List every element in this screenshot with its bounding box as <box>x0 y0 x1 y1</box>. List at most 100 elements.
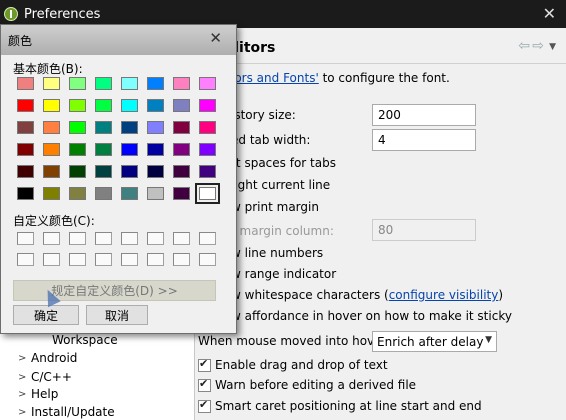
range-indicator-label[interactable]: w range indicator <box>231 267 336 281</box>
history-size-input[interactable]: 200 <box>372 104 476 126</box>
basic-color-swatch[interactable] <box>147 77 164 90</box>
chevron-right-icon[interactable]: > <box>18 407 31 418</box>
basic-color-swatch[interactable] <box>17 143 34 156</box>
basic-color-swatch[interactable] <box>69 165 86 178</box>
view-menu-icon[interactable]: ▼ <box>549 42 556 52</box>
custom-color-swatch[interactable] <box>43 253 60 266</box>
basic-color-swatch[interactable] <box>173 187 190 200</box>
close-icon[interactable]: ✕ <box>209 29 222 47</box>
custom-color-swatch[interactable] <box>199 232 216 245</box>
basic-color-swatch[interactable] <box>121 99 138 112</box>
insert-spaces-label[interactable]: rt spaces for tabs <box>231 156 336 170</box>
margin-column-label: t margin column: <box>231 224 334 238</box>
custom-color-swatch[interactable] <box>17 232 34 245</box>
basic-color-swatch[interactable] <box>121 143 138 156</box>
basic-color-swatch[interactable] <box>147 121 164 134</box>
basic-color-swatch[interactable] <box>121 77 138 90</box>
custom-color-swatch[interactable] <box>43 232 60 245</box>
drag-drop-label: Enable drag and drop of text <box>215 358 388 372</box>
basic-color-swatch[interactable] <box>173 99 190 112</box>
whitespace-text[interactable]: w whitespace characters ( <box>231 288 389 302</box>
drag-drop-row[interactable]: Enable drag and drop of text <box>198 355 388 375</box>
custom-color-swatch[interactable] <box>17 253 34 266</box>
basic-color-swatch[interactable] <box>17 165 34 178</box>
cancel-button[interactable]: 取消 <box>86 305 148 325</box>
custom-color-swatch[interactable] <box>69 232 86 245</box>
basic-color-swatch[interactable] <box>147 187 164 200</box>
custom-color-swatch[interactable] <box>95 253 112 266</box>
forward-arrow-icon[interactable]: ⇨ <box>532 38 544 54</box>
basic-color-swatch[interactable] <box>173 121 190 134</box>
basic-color-swatch[interactable] <box>199 165 216 178</box>
custom-color-swatch[interactable] <box>199 253 216 266</box>
basic-color-swatch[interactable] <box>147 99 164 112</box>
custom-color-swatch[interactable] <box>95 232 112 245</box>
basic-color-swatch[interactable] <box>173 77 190 90</box>
basic-color-swatch[interactable] <box>69 99 86 112</box>
colors-fonts-link[interactable]: lors and Fonts' <box>231 71 319 85</box>
basic-color-swatch[interactable] <box>199 99 216 112</box>
drag-drop-checkbox[interactable] <box>198 357 211 372</box>
hover-affordance-label[interactable]: w affordance in hover on how to make it … <box>231 309 512 323</box>
line-numbers-label[interactable]: w line numbers <box>231 246 323 260</box>
chevron-right-icon[interactable]: > <box>18 353 31 364</box>
basic-color-swatch[interactable] <box>43 121 60 134</box>
basic-color-swatch[interactable] <box>95 121 112 134</box>
custom-color-swatch[interactable] <box>69 253 86 266</box>
basic-color-swatch[interactable] <box>199 121 216 134</box>
basic-color-swatch[interactable] <box>121 187 138 200</box>
custom-color-swatch[interactable] <box>121 232 138 245</box>
highlight-line-label[interactable]: light current line <box>231 178 330 192</box>
basic-color-swatch[interactable] <box>69 143 86 156</box>
tree-item-android[interactable]: > Android <box>18 348 77 368</box>
basic-color-swatch[interactable] <box>199 77 216 90</box>
basic-color-swatch[interactable] <box>69 77 86 90</box>
custom-color-swatch[interactable] <box>147 253 164 266</box>
basic-color-swatch[interactable] <box>69 121 86 134</box>
hover-mode-select[interactable]: Enrich after delay ▼ <box>372 331 497 352</box>
basic-color-swatch[interactable] <box>95 99 112 112</box>
custom-color-swatch[interactable] <box>173 253 190 266</box>
custom-color-swatch[interactable] <box>173 232 190 245</box>
basic-color-swatch[interactable] <box>95 77 112 90</box>
basic-color-swatch[interactable] <box>17 99 34 112</box>
page-header: ditors ⇦ ⇨ ▼ <box>203 36 558 62</box>
basic-color-swatch[interactable] <box>173 165 190 178</box>
ok-button[interactable]: 确定 <box>13 305 79 325</box>
basic-color-swatch[interactable] <box>17 187 34 200</box>
basic-color-swatch[interactable] <box>95 165 112 178</box>
custom-color-swatch[interactable] <box>121 253 138 266</box>
basic-color-swatch[interactable] <box>147 165 164 178</box>
chevron-right-icon[interactable]: > <box>18 372 31 383</box>
basic-color-swatch[interactable] <box>43 99 60 112</box>
basic-color-swatch[interactable] <box>95 187 112 200</box>
print-margin-label[interactable]: w print margin <box>231 200 319 214</box>
configure-visibility-link[interactable]: configure visibility <box>389 288 499 302</box>
tree-item-install-update[interactable]: > Install/Update <box>18 402 115 420</box>
basic-color-swatch[interactable] <box>43 187 60 200</box>
basic-color-swatch[interactable] <box>173 143 190 156</box>
basic-color-swatch[interactable] <box>43 165 60 178</box>
basic-color-swatch[interactable] <box>95 143 112 156</box>
basic-color-swatch[interactable] <box>43 77 60 90</box>
basic-color-swatch[interactable] <box>199 143 216 156</box>
smart-caret-row[interactable]: Smart caret positioning at line start an… <box>198 396 482 416</box>
basic-color-swatch[interactable] <box>121 165 138 178</box>
smart-caret-label: Smart caret positioning at line start an… <box>215 399 482 413</box>
custom-color-swatch[interactable] <box>147 232 164 245</box>
tree-item-help[interactable]: > Help <box>18 384 58 404</box>
basic-color-swatch[interactable] <box>69 187 86 200</box>
warn-derived-row[interactable]: Warn before editing a derived file <box>198 375 416 395</box>
warn-derived-checkbox[interactable] <box>198 377 211 392</box>
chevron-right-icon[interactable]: > <box>18 389 31 400</box>
basic-color-swatch[interactable] <box>17 77 34 90</box>
basic-color-swatch[interactable] <box>147 143 164 156</box>
basic-color-swatch[interactable] <box>17 121 34 134</box>
window-close-icon[interactable]: ✕ <box>543 4 556 23</box>
tab-width-input[interactable]: 4 <box>372 129 476 151</box>
basic-color-swatch[interactable] <box>121 121 138 134</box>
back-arrow-icon[interactable]: ⇦ <box>518 38 530 54</box>
basic-color-swatch[interactable] <box>43 143 60 156</box>
basic-color-swatch[interactable] <box>195 183 220 204</box>
smart-caret-checkbox[interactable] <box>198 398 211 413</box>
